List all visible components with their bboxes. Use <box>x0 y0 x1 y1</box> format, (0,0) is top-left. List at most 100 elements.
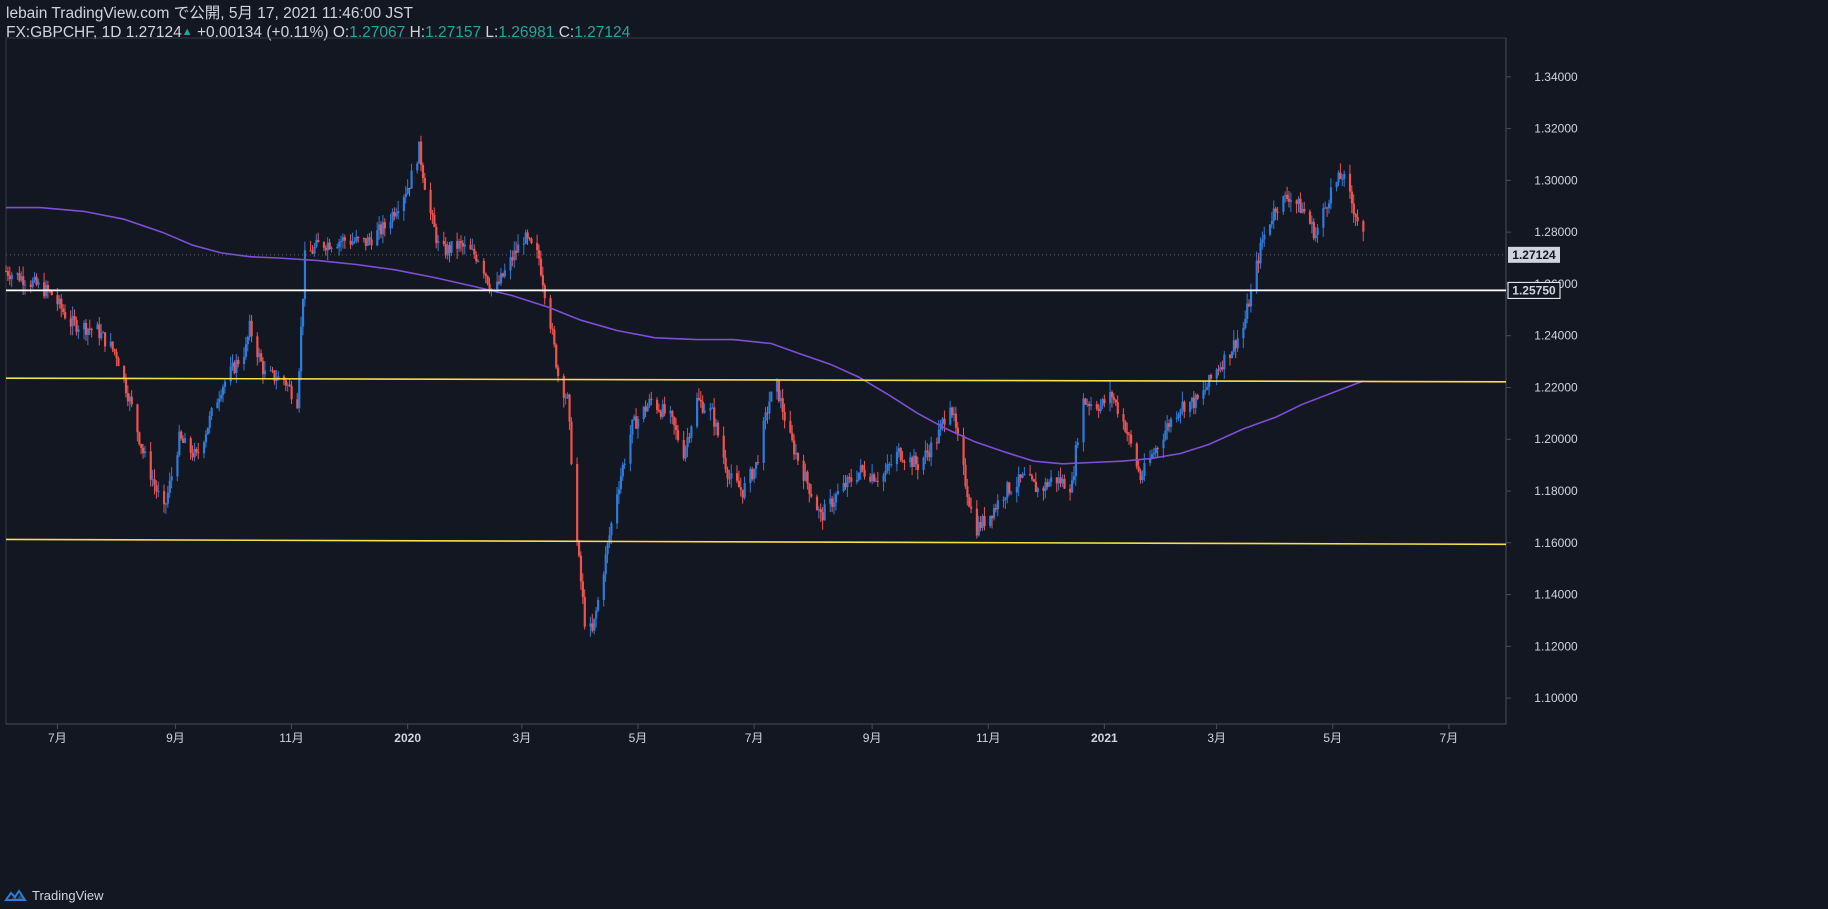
candle-body <box>353 241 356 243</box>
candle-body <box>261 361 265 375</box>
candle-body <box>458 241 461 249</box>
candle-body <box>1246 303 1249 320</box>
candle-body <box>739 487 742 490</box>
candle-body <box>539 258 543 276</box>
candle-body <box>781 398 784 412</box>
candle-body <box>922 457 925 470</box>
candle-body <box>1023 473 1026 475</box>
candle-body <box>1086 403 1089 405</box>
candle-body <box>336 247 339 249</box>
x-tick-label: 2020 <box>394 731 421 745</box>
candle-body <box>446 245 449 256</box>
candle-body <box>517 244 520 253</box>
candle-body <box>1004 497 1007 500</box>
candle-body <box>836 491 840 495</box>
y-tick-label: 1.14000 <box>1534 588 1578 602</box>
candle-body <box>362 238 366 240</box>
candle-body <box>890 464 893 466</box>
candle-body <box>1090 404 1093 407</box>
candle-body <box>286 384 289 386</box>
candle-body <box>595 610 598 619</box>
candle-body <box>501 273 505 277</box>
candle-body <box>755 462 758 469</box>
candle-body <box>351 241 354 245</box>
candle-body <box>84 322 88 335</box>
candle-body <box>1314 235 1317 239</box>
candle-body <box>418 141 421 164</box>
candle-body <box>191 453 194 458</box>
candle-body <box>713 407 716 427</box>
candle-body <box>979 521 982 529</box>
candle-body <box>475 254 478 262</box>
candle-body <box>115 351 118 359</box>
candle-body <box>1362 221 1365 232</box>
candle-body <box>671 410 674 417</box>
candle-body <box>821 512 824 521</box>
candle-body <box>1181 401 1184 410</box>
y-tick-label: 1.30000 <box>1534 173 1578 187</box>
candle-body <box>143 451 147 454</box>
candle-body <box>8 275 12 280</box>
candle-body <box>777 380 781 402</box>
candle-body <box>100 332 103 339</box>
candle-body <box>233 362 236 373</box>
candle-body <box>1088 403 1091 407</box>
tradingview-logo-icon <box>4 888 27 901</box>
candle-body <box>648 398 651 406</box>
candle-body <box>1063 478 1066 489</box>
candle-body <box>103 332 107 347</box>
candle-body <box>486 276 489 284</box>
y-tick-label: 1.12000 <box>1534 639 1578 653</box>
candle-body <box>576 464 579 542</box>
candle-body <box>1055 477 1058 484</box>
candle-body <box>151 479 154 481</box>
candle-body <box>1032 479 1036 482</box>
x-tick-label: 7月 <box>1440 731 1459 745</box>
candle-body <box>1122 413 1125 422</box>
candle-body <box>996 500 999 510</box>
candle-body <box>404 193 407 198</box>
candle-body <box>646 405 649 412</box>
candle-body <box>164 503 168 505</box>
candle-body <box>577 541 581 556</box>
candle-body <box>1242 328 1245 339</box>
candle-body <box>383 222 387 229</box>
candle-body <box>248 320 251 337</box>
candle-body <box>833 502 836 507</box>
candle-body <box>633 416 636 420</box>
candle-body <box>1276 211 1279 213</box>
candle-body <box>496 281 499 289</box>
candle-body <box>699 399 702 402</box>
x-tick-label: 9月 <box>166 731 185 745</box>
candle-body <box>928 452 931 458</box>
candle-body <box>410 170 413 189</box>
candle-body <box>315 239 318 247</box>
price-chart[interactable]: 1.10000 1.12000 1.14000 1.16000 1.18000 1.200… <box>0 0 1828 909</box>
candle-body <box>899 448 902 461</box>
candle-body <box>90 328 93 330</box>
candle-body <box>1326 207 1329 209</box>
candle-body <box>128 396 131 402</box>
candle-body <box>433 214 436 227</box>
candle-body <box>669 410 672 414</box>
candle-body <box>263 370 267 375</box>
candle-body <box>1059 477 1062 484</box>
candle-body <box>1110 392 1114 398</box>
footer-brand[interactable]: TradingView <box>4 888 104 903</box>
candle-body <box>513 250 516 261</box>
candle-body <box>75 320 78 332</box>
candle-body <box>844 483 847 488</box>
candle-body <box>450 241 453 253</box>
candle-body <box>1268 224 1272 235</box>
candle-body <box>237 360 240 365</box>
candle-body <box>810 493 813 497</box>
candle-body <box>1261 239 1264 243</box>
candle-body <box>886 464 889 471</box>
candle-body <box>1236 338 1239 349</box>
candle-body <box>296 399 299 409</box>
candle-body <box>109 341 112 347</box>
candle-body <box>589 623 592 627</box>
candle-body <box>482 260 485 274</box>
candle-body <box>551 328 554 330</box>
candle-body <box>901 460 904 462</box>
